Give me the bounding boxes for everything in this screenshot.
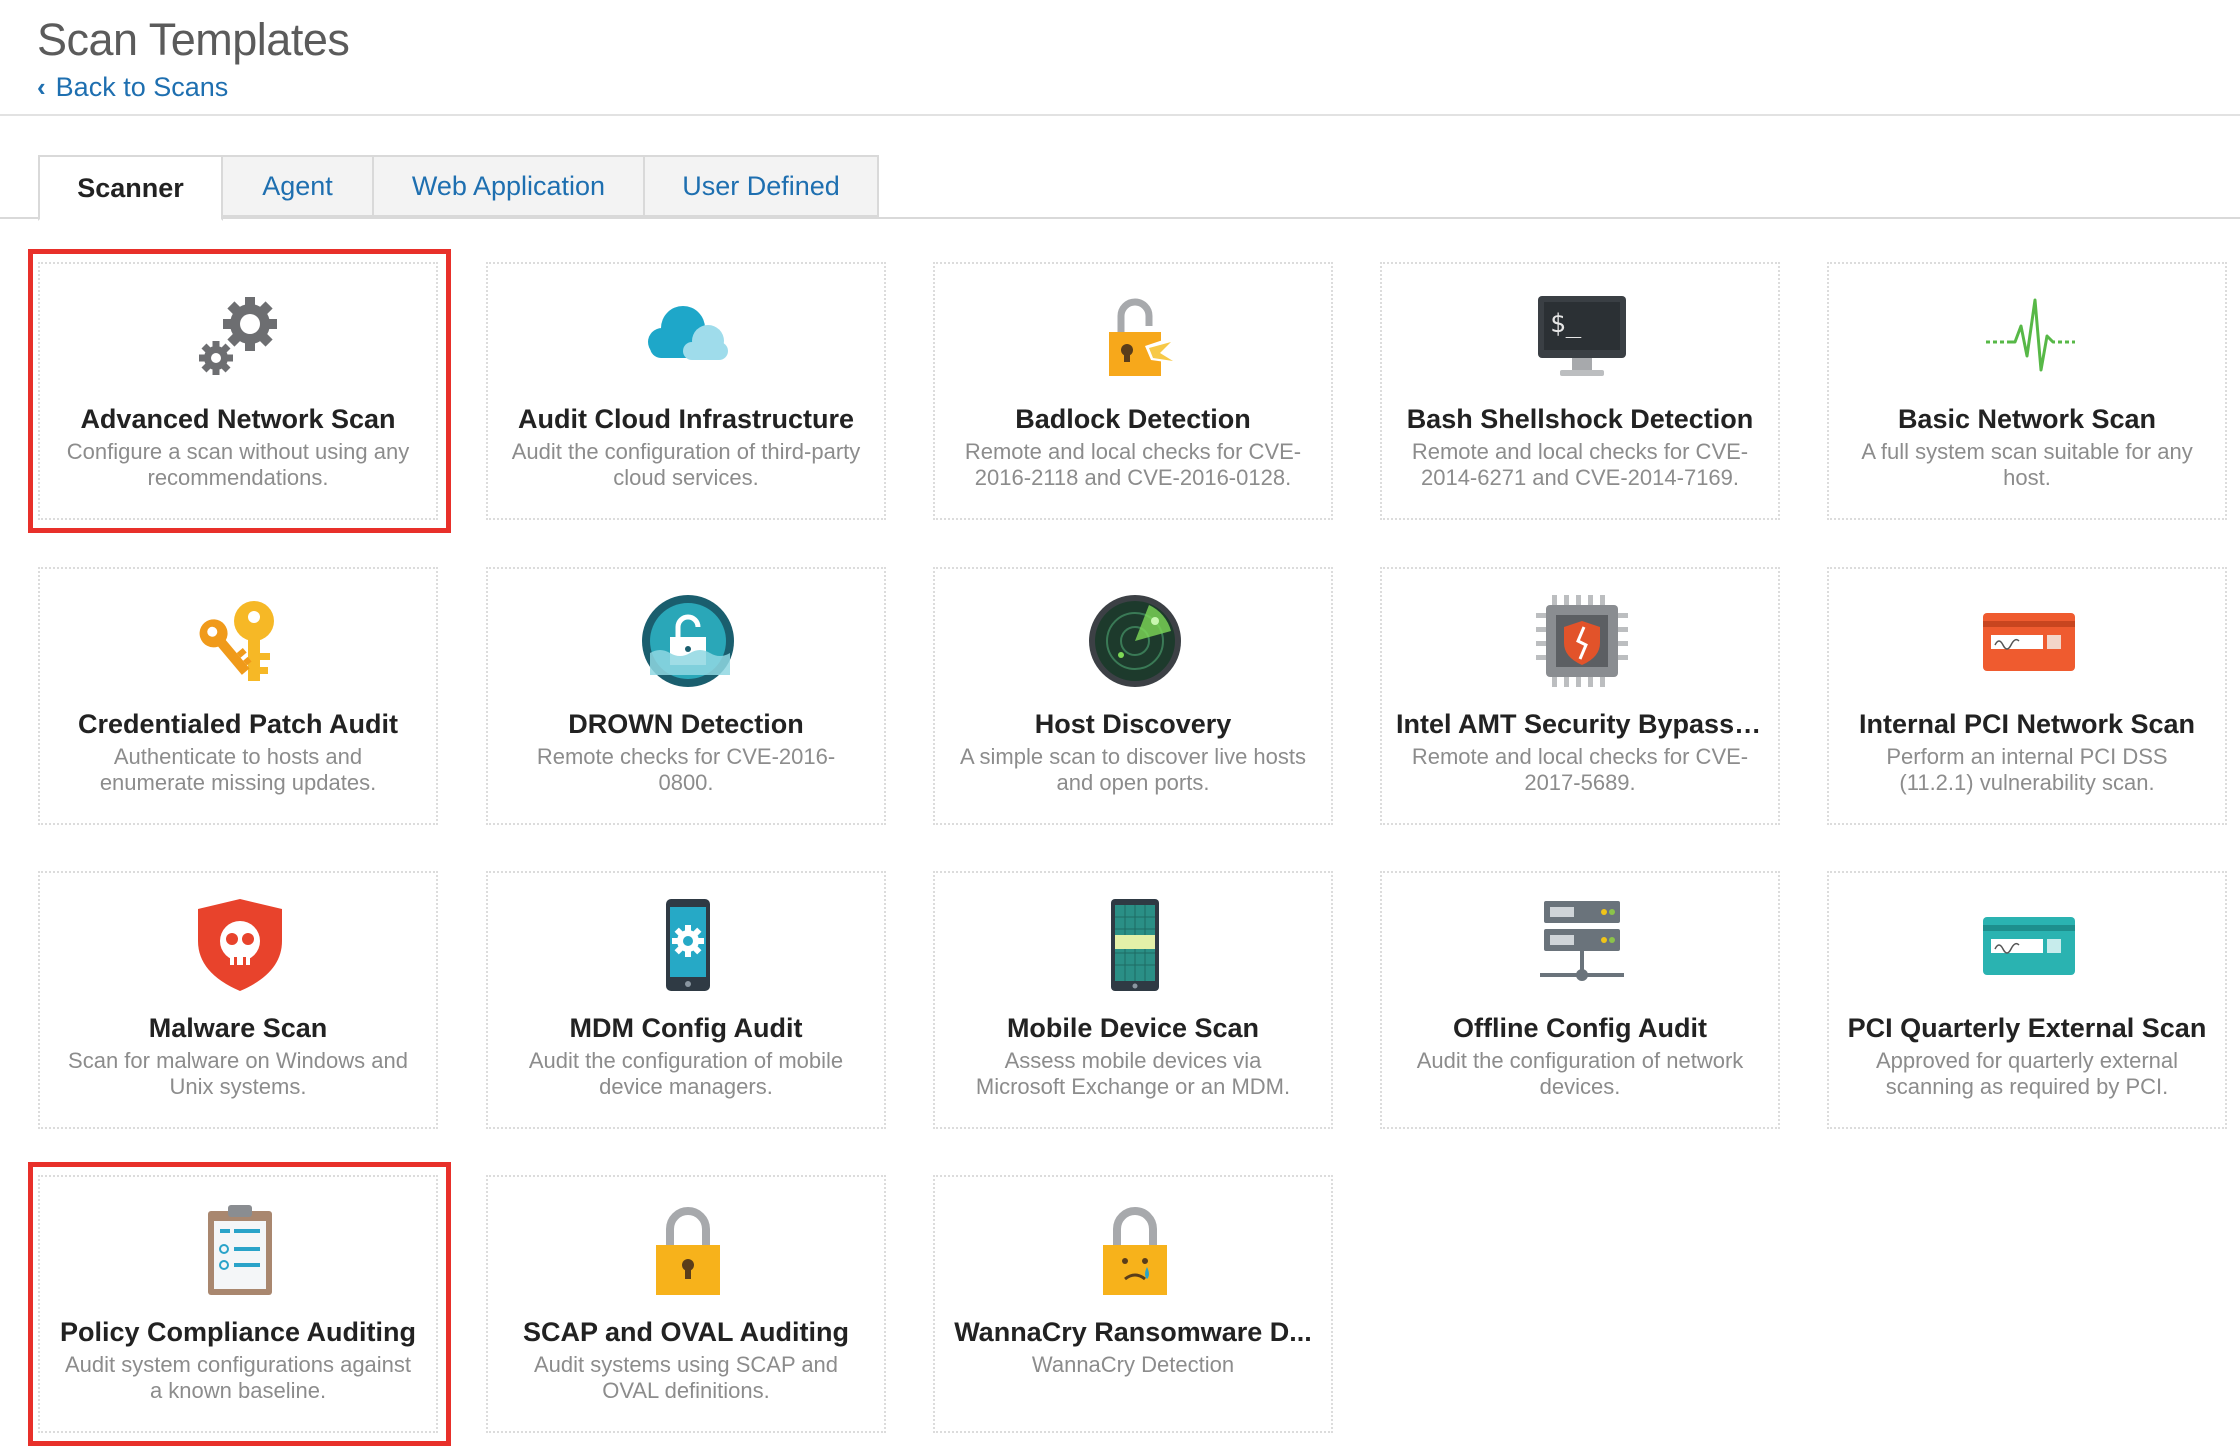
template-description: Remote checks for CVE-2016-0800. [536,744,836,795]
template-card[interactable]: DROWN Detection Remote checks for CVE-201… [486,567,886,825]
template-description: Approved for quarterly external scanning… [1875,1048,2179,1099]
template-description: Perform an internal PCI DSS (11.2.1) vul… [1886,744,2168,795]
template-card[interactable]: Host Discovery A simple scan to discover … [933,567,1333,825]
template-card[interactable]: MDM Config Audit Audit the configuration … [486,871,886,1129]
scan-templates-page: Scan Templates ‹ Back to Scans Scanner A… [0,0,2240,1446]
template-description: Scan for malware on Windows and Unix sys… [68,1048,408,1099]
template-description: Configure a scan without using any recom… [66,439,410,490]
tab-user-defined[interactable]: User Defined [645,155,879,217]
terminal-monitor-icon: $_ [1532,286,1632,386]
template-name: Offline Config Audit [1453,1013,1707,1043]
template-card[interactable]: Intel AMT Security Bypass ... Remote and … [1380,567,1780,825]
template-name: Audit Cloud Infrastructure [518,404,854,434]
radar-icon [1085,591,1185,691]
clipboard-checklist-icon [190,1199,290,1299]
template-card[interactable]: Badlock Detection Remote and local checks… [933,262,1333,520]
template-name: Basic Network Scan [1897,404,2157,434]
template-name: Malware Scan [148,1013,328,1043]
crying-lock-icon [1085,1199,1185,1299]
template-description: Audit system configurations against a kn… [64,1352,412,1403]
template-card[interactable]: WannaCry Ransomware D... WannaCry Detecti… [933,1175,1333,1433]
template-name: DROWN Detection [568,709,804,739]
template-description: A full system scan suitable for any host… [1861,439,2193,490]
template-card[interactable]: Advanced Network Scan Configure a scan wi… [38,262,438,520]
template-card[interactable]: PCI Quarterly External Scan Approved for … [1827,871,2227,1129]
template-description: Remote and local checks for CVE-2014-627… [1411,439,1749,490]
template-card[interactable]: Malware Scan Scan for malware on Windows … [38,871,438,1129]
tabs-divider [0,217,2240,219]
keys-icon [190,591,290,691]
template-name: Host Discovery [1034,709,1232,739]
template-tabs: Scanner Agent Web Application User Defin… [38,155,879,221]
template-name: Internal PCI Network Scan [1858,709,2196,739]
template-description: WannaCry Detection [1031,1352,1235,1377]
tab-agent[interactable]: Agent [223,155,374,217]
template-description: Audit systems using SCAP and OVAL defini… [533,1352,839,1403]
mobile-device-icon [1085,895,1185,995]
drown-lock-icon [638,591,738,691]
template-description: A simple scan to discover live hosts and… [959,744,1307,795]
tab-web-application[interactable]: Web Application [374,155,645,217]
header-divider [0,114,2240,116]
template-card[interactable]: Internal PCI Network Scan Perform an inte… [1827,567,2227,825]
template-description: Assess mobile devices via Microsoft Exch… [975,1048,1291,1099]
gears-icon [190,286,290,386]
template-name: PCI Quarterly External Scan [1847,1013,2207,1043]
template-card[interactable]: Audit Cloud Infrastructure Audit the conf… [486,262,886,520]
template-card[interactable]: SCAP and OVAL Auditing Audit systems usin… [486,1175,886,1433]
chevron-left-icon: ‹ [37,72,46,102]
svg-text:$_: $_ [1550,309,1582,339]
template-name: Intel AMT Security Bypass ... [1396,709,1764,739]
back-to-scans-link[interactable]: ‹ Back to Scans [37,72,228,103]
chip-shield-icon [1532,591,1632,691]
tab-scanner[interactable]: Scanner [38,155,223,221]
cloud-icon [638,286,738,386]
tab-label: User Defined [682,170,840,201]
template-description: Remote and local checks for CVE-2017-568… [1411,744,1749,795]
template-name: Bash Shellshock Detection [1406,404,1754,434]
phone-gear-icon [638,895,738,995]
template-card[interactable]: $_ Bash Shellshock Detection Remote and lo… [1380,262,1780,520]
server-rack-icon [1532,895,1632,995]
tab-label: Web Application [411,170,606,201]
template-card[interactable]: Basic Network Scan A full system scan sui… [1827,262,2227,520]
page-title: Scan Templates [37,14,350,65]
template-name: Policy Compliance Auditing [59,1317,417,1347]
template-description: Authenticate to hosts and enumerate miss… [99,744,377,795]
template-name: SCAP and OVAL Auditing [522,1317,849,1347]
template-name: MDM Config Audit [569,1013,803,1043]
template-card[interactable]: Credentialed Patch Audit Authenticate to … [38,567,438,825]
pulse-icon [1979,286,2079,386]
credit-card-teal-icon [1979,895,2079,995]
padlock-icon [638,1199,738,1299]
template-card[interactable]: Offline Config Audit Audit the configurat… [1380,871,1780,1129]
template-description: Audit the configuration of third-party c… [511,439,861,490]
skull-shield-icon [190,895,290,995]
template-name: Mobile Device Scan [1006,1013,1260,1043]
template-name: Advanced Network Scan [80,404,396,434]
template-description: Remote and local checks for CVE-2016-211… [964,439,1302,490]
tab-label: Scanner [77,172,184,203]
template-card[interactable]: Policy Compliance Auditing Audit system c… [38,1175,438,1433]
template-name: Credentialed Patch Audit [77,709,399,739]
template-description: Audit the configuration of network devic… [1416,1048,1744,1099]
template-description: Audit the configuration of mobile device… [528,1048,844,1099]
credit-card-red-icon [1979,591,2079,691]
template-card[interactable]: Mobile Device Scan Assess mobile devices … [933,871,1333,1129]
template-name: Badlock Detection [1015,404,1251,434]
template-name: WannaCry Ransomware D... [954,1317,1312,1347]
broken-lock-icon [1085,286,1185,386]
back-to-scans-label: Back to Scans [55,72,229,102]
tab-label: Agent [262,170,333,201]
